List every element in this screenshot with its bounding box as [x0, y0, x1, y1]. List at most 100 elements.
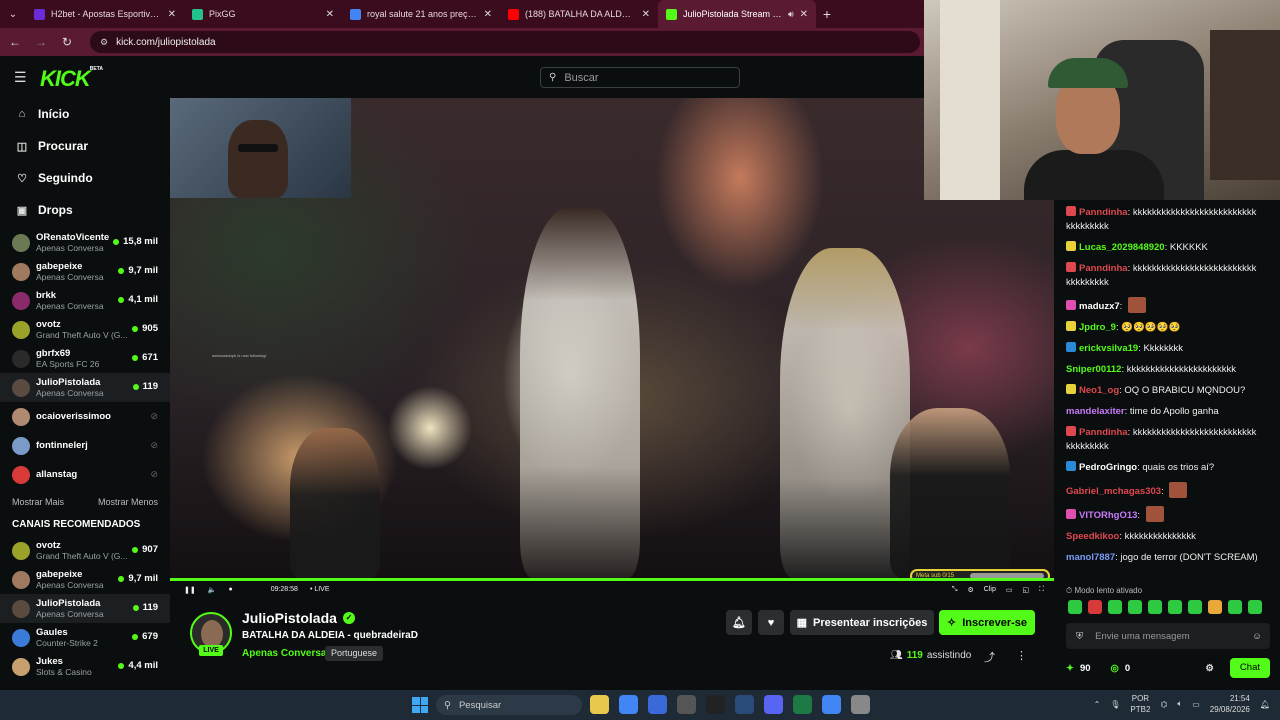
tab-search-icon[interactable]: ⌄: [0, 0, 26, 28]
taskbar-app-icon[interactable]: [590, 695, 609, 714]
tab-close-icon[interactable]: ✕: [326, 9, 334, 20]
subscribe-button[interactable]: ✧ Inscrever-se: [939, 610, 1035, 635]
start-icon[interactable]: [412, 697, 428, 713]
emote-4[interactable]: [1128, 600, 1142, 614]
channel-item[interactable]: JulioPistolada Apenas Conversa 119: [0, 373, 170, 402]
browser-tab[interactable]: JulioPistolada Stream - Wat 🔊︎ ✕: [658, 0, 816, 28]
chat-username[interactable]: Panndinha: [1079, 207, 1128, 218]
reload-icon[interactable]: ↻: [60, 35, 74, 49]
streamer-name[interactable]: JulioPistolada ✓: [242, 610, 355, 626]
channel-item[interactable]: gabepeixe Apenas Conversa 9,7 mil: [0, 565, 170, 594]
emote-6[interactable]: [1168, 600, 1182, 614]
chat-input[interactable]: ⛨ Envie uma mensagem ☺: [1066, 623, 1270, 649]
taskbar-app-icon[interactable]: [706, 695, 725, 714]
emoji-icon[interactable]: ☺: [1252, 631, 1262, 642]
browser-tab[interactable]: royal salute 21 anos preço - Pe ✕: [342, 0, 500, 28]
site-info-icon[interactable]: ⚙: [100, 37, 108, 48]
back-icon[interactable]: ←: [8, 35, 22, 49]
browser-tab[interactable]: H2bet - Apostas Esportivas e C ✕: [26, 0, 184, 28]
search-input[interactable]: ⚲ Buscar: [540, 67, 740, 88]
nav-incio[interactable]: ⌂ Início: [0, 98, 170, 130]
pause-icon[interactable]: ❚❚: [184, 586, 196, 594]
emote-9[interactable]: [1228, 600, 1242, 614]
chat-username[interactable]: Jpdro_9: [1079, 322, 1116, 333]
new-tab-button[interactable]: +: [816, 6, 838, 22]
channel-item[interactable]: gbrfx69 EA Sports FC 26 671: [0, 344, 170, 373]
channel-item[interactable]: ovotz Grand Theft Auto V (G... 907: [0, 536, 170, 565]
tab-close-icon[interactable]: ✕: [800, 9, 808, 20]
channel-item[interactable]: ocaioverissimoo ⊘: [0, 402, 170, 431]
taskbar-app-icon[interactable]: [648, 695, 667, 714]
taskbar-app-icon[interactable]: [619, 695, 638, 714]
video-player[interactable]: smecaraduph is now following! Meta sub 0…: [170, 98, 1054, 598]
emote-3[interactable]: [1108, 600, 1122, 614]
emote-1[interactable]: [1068, 600, 1082, 614]
tab-close-icon[interactable]: ✕: [484, 9, 492, 20]
chat-username[interactable]: erickvsilva19: [1079, 343, 1138, 354]
chat-username[interactable]: Gabriel_mchagas303: [1066, 486, 1161, 497]
network-icon[interactable]: ⌬: [1160, 700, 1167, 709]
channel-item[interactable]: Jukes Slots & Casino 4,4 mil: [0, 652, 170, 681]
fullscreen-icon[interactable]: ⛶: [1039, 586, 1044, 594]
live-indicator[interactable]: • LIVE: [310, 586, 330, 593]
tray-chevron-icon[interactable]: ⌃: [1094, 700, 1101, 709]
chat-username[interactable]: Neo1_og: [1079, 385, 1119, 396]
chat-username[interactable]: manol7887: [1066, 552, 1115, 563]
nav-seguindo[interactable]: ♡ Seguindo: [0, 162, 170, 194]
points-count[interactable]: 90: [1080, 663, 1091, 674]
chat-settings-icon[interactable]: ⚙: [1205, 663, 1214, 674]
channel-item[interactable]: brkk Apenas Conversa 4,1 mil: [0, 286, 170, 315]
nav-procurar[interactable]: ◫ Procurar: [0, 130, 170, 162]
channel-item[interactable]: Gaules Counter-Strike 2 679: [0, 623, 170, 652]
taskbar-app-icon[interactable]: [735, 695, 754, 714]
taskbar-app-icon[interactable]: [764, 695, 783, 714]
chat-username[interactable]: PedroGringo: [1079, 462, 1137, 473]
emote-5[interactable]: [1148, 600, 1162, 614]
channel-item[interactable]: gabepeixe Apenas Conversa 9,7 mil: [0, 257, 170, 286]
chat-username[interactable]: Speedkikoo: [1066, 531, 1119, 542]
chat-username[interactable]: Panndinha: [1079, 263, 1128, 274]
forward-icon[interactable]: →: [34, 35, 48, 49]
language-tag[interactable]: Portuguese: [325, 646, 384, 661]
emote-2[interactable]: [1088, 600, 1102, 614]
emote-7[interactable]: [1188, 600, 1202, 614]
gift-subs-button[interactable]: ▦ Presentear inscrições: [790, 610, 934, 635]
channel-item[interactable]: fontinnelerj ⊘: [0, 431, 170, 460]
clip-button[interactable]: Clip: [984, 586, 996, 594]
chat-send-button[interactable]: Chat: [1229, 658, 1270, 678]
tab-close-icon[interactable]: ✕: [642, 9, 650, 20]
menu-icon[interactable]: ☰: [14, 69, 27, 86]
notifications-button[interactable]: 🔔︎: [726, 610, 752, 635]
more-options-icon[interactable]: ⋮: [1016, 649, 1027, 662]
taskbar-app-icon[interactable]: [822, 695, 841, 714]
nav-drops[interactable]: ▣ Drops: [0, 194, 170, 226]
fullscreen-exit-icon[interactable]: ⤡: [952, 586, 958, 594]
theater-icon[interactable]: ▭: [1006, 586, 1013, 594]
emote-8[interactable]: [1208, 600, 1222, 614]
pip-icon[interactable]: ◱: [1022, 586, 1029, 594]
browser-tab[interactable]: (188) BATALHA DA ALDEIA - ES ✕: [500, 0, 658, 28]
taskbar-app-icon[interactable]: [851, 695, 870, 714]
chat-username[interactable]: Sniper00112: [1066, 364, 1121, 375]
taskbar-app-icon[interactable]: [677, 695, 696, 714]
channel-item[interactable]: ORenatoVicente Apenas Conversa 15,8 mil: [0, 228, 170, 257]
volume-slider[interactable]: ●: [228, 586, 232, 593]
taskbar-app-icon[interactable]: [793, 695, 812, 714]
channel-item[interactable]: allanstag ⊘: [0, 460, 170, 489]
settings-icon[interactable]: ⚙: [968, 586, 974, 594]
volume-icon[interactable]: 🔈: [208, 586, 217, 594]
battery-icon[interactable]: ▭: [1192, 700, 1200, 709]
chat-username[interactable]: maduzx7: [1079, 301, 1120, 312]
channel-item[interactable]: ovotz Grand Theft Auto V (G... 905: [0, 315, 170, 344]
show-less-link[interactable]: Mostrar Menos: [98, 497, 158, 507]
chat-username[interactable]: VITORhgO13: [1079, 510, 1137, 521]
kicks-count[interactable]: 0: [1125, 663, 1130, 674]
speaker-icon[interactable]: 🔈︎: [1177, 699, 1182, 709]
follow-button[interactable]: ♥: [758, 610, 784, 635]
show-more-link[interactable]: Mostrar Mais: [12, 497, 64, 507]
emote-10[interactable]: [1248, 600, 1262, 614]
mic-icon[interactable]: 🎙︎: [1110, 700, 1120, 709]
kick-logo[interactable]: KICKBETA: [40, 66, 103, 92]
notifications-icon[interactable]: 🔔︎: [1260, 700, 1270, 709]
tab-audio-icon[interactable]: 🔊︎: [788, 9, 794, 20]
